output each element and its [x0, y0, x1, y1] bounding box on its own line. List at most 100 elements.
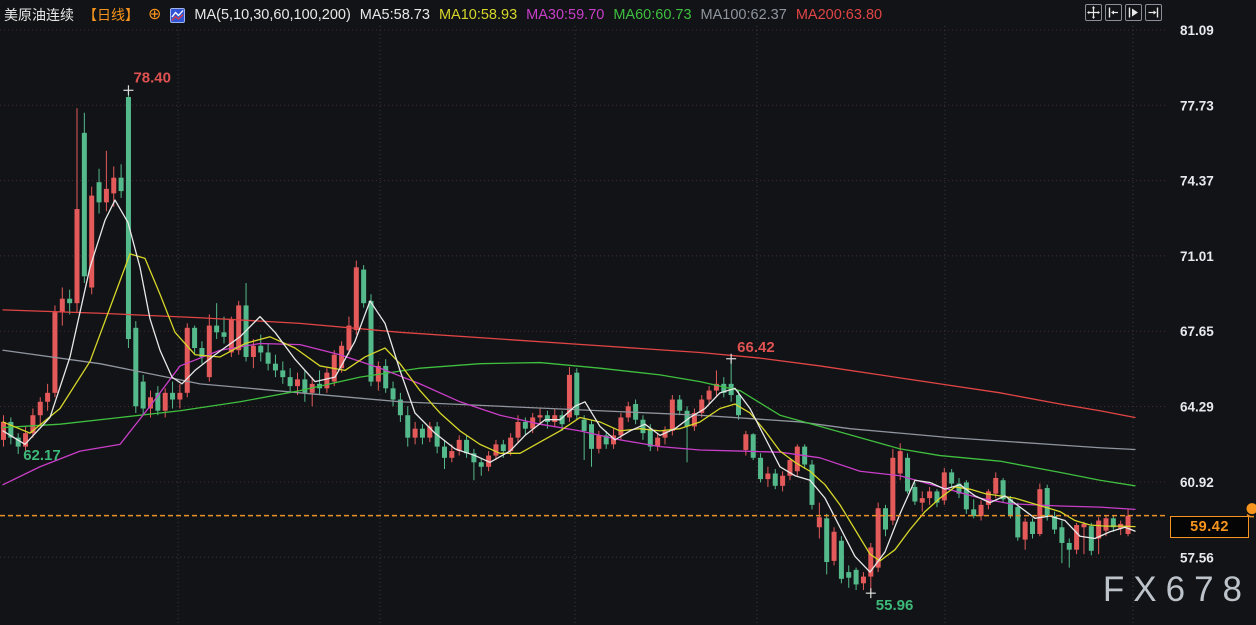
- candle-body: [743, 434, 748, 450]
- candle-body: [545, 415, 550, 422]
- candle-body: [464, 440, 469, 453]
- candle-body: [97, 182, 102, 202]
- candle-body: [780, 476, 785, 486]
- candle-body: [442, 447, 447, 458]
- y-axis-tick-label: 71.01: [1180, 249, 1214, 264]
- candle-body: [648, 429, 653, 447]
- price-scale[interactable]: 81.0977.7374.3771.0167.6564.2960.9257.56: [1180, 23, 1214, 565]
- watermark: FX678: [1103, 570, 1251, 610]
- price-marker-label: 66.42: [737, 339, 775, 356]
- pan-button[interactable]: [1085, 4, 1102, 21]
- candle-body: [1059, 527, 1064, 543]
- jump-start-button[interactable]: [1105, 4, 1122, 21]
- current-price-value: 59.42: [1190, 519, 1229, 535]
- candle-body: [516, 422, 521, 438]
- candle-body: [369, 301, 374, 382]
- ma60-value: MA60:60.73: [613, 7, 691, 23]
- candle-body: [251, 346, 256, 357]
- y-axis-tick-label: 64.29: [1180, 399, 1214, 414]
- candle-body: [170, 393, 175, 400]
- candle-body: [45, 393, 50, 402]
- candle-body: [552, 415, 557, 422]
- candle-body: [295, 379, 300, 386]
- play-button[interactable]: [1125, 4, 1142, 21]
- symbol-name: 美原油连续: [4, 5, 74, 25]
- candle-body: [839, 541, 844, 579]
- candle-body: [773, 473, 778, 485]
- candle-body: [493, 444, 498, 455]
- candle-body: [596, 435, 601, 448]
- current-price-box: 59.42: [1170, 516, 1249, 538]
- candle-body: [346, 326, 351, 351]
- candle-body: [670, 400, 675, 431]
- circle-plus-icon[interactable]: ⊕: [148, 8, 161, 22]
- candle-body: [817, 517, 822, 527]
- candle-body: [119, 178, 124, 191]
- y-axis-tick-label: 74.37: [1180, 174, 1214, 189]
- candle-body: [927, 491, 932, 498]
- period-label[interactable]: 【日线】: [83, 5, 139, 25]
- candle-body: [67, 299, 72, 303]
- candle-body: [979, 505, 984, 516]
- candlestick-chart[interactable]: 78.4062.1766.4255.9681.0977.7374.3771.01…: [0, 0, 1256, 625]
- candle-body: [890, 458, 895, 521]
- candle-body: [898, 451, 903, 473]
- chart-canvas[interactable]: 78.4062.1766.4255.9681.0977.7374.3771.01…: [0, 0, 1256, 625]
- candle-body: [912, 487, 917, 502]
- candle-body: [824, 518, 829, 562]
- candle-body: [854, 570, 859, 585]
- candle-body: [391, 388, 396, 399]
- candle-body: [795, 447, 800, 472]
- candle-body: [104, 189, 109, 202]
- price-marker-label: 62.17: [23, 447, 61, 464]
- candle-body: [52, 312, 57, 393]
- ma-settings-label: MA(5,10,30,60,100,200): [194, 7, 350, 23]
- jump-end-button[interactable]: [1145, 4, 1162, 21]
- candle-body: [765, 473, 770, 479]
- candle-body: [126, 97, 131, 339]
- chart-toolbar: [1085, 4, 1162, 21]
- y-axis-tick-label: 67.65: [1180, 324, 1214, 339]
- y-axis-tick-label: 81.09: [1180, 23, 1214, 38]
- ma10-value: MA10:58.93: [439, 7, 517, 23]
- candle-body: [1074, 525, 1079, 550]
- ma100-value: MA100:62.37: [701, 7, 787, 23]
- y-axis-tick-label: 77.73: [1180, 98, 1214, 113]
- candle-body: [60, 299, 65, 312]
- candle-body: [449, 451, 454, 458]
- candle-body: [949, 472, 954, 483]
- candle-body: [177, 393, 182, 400]
- candle-body: [589, 424, 594, 449]
- candle-body: [846, 572, 851, 578]
- candle-body: [501, 444, 506, 451]
- candle-body: [214, 326, 219, 333]
- candle-body: [751, 434, 756, 458]
- candle-body: [236, 305, 241, 350]
- chart-style-icon[interactable]: [170, 8, 185, 23]
- y-axis-tick-label: 57.56: [1180, 550, 1214, 565]
- candle-body: [1015, 507, 1020, 537]
- candle-body: [354, 267, 359, 330]
- jump-start-icon: [1107, 6, 1120, 19]
- candle-body: [89, 196, 94, 288]
- candle-body: [324, 373, 329, 389]
- candle-body: [993, 478, 998, 494]
- candle-body: [163, 393, 168, 411]
- candle-body: [905, 458, 910, 492]
- pan-icon: [1087, 6, 1100, 19]
- candle-body: [883, 508, 888, 529]
- candle-body: [185, 328, 190, 393]
- play-icon: [1127, 6, 1140, 19]
- candle-body: [111, 178, 116, 194]
- candle-body: [832, 532, 837, 561]
- candle-body: [192, 328, 197, 348]
- candle-body: [133, 328, 138, 406]
- candle-body: [141, 382, 146, 409]
- candle-body: [280, 370, 285, 377]
- candle-body: [582, 420, 587, 431]
- candle-body: [1104, 518, 1109, 530]
- candle-body: [361, 270, 366, 304]
- chart-header: 美原油连续 【日线】 ⊕ MA(5,10,30,60,100,200) MA5:…: [4, 5, 882, 25]
- ma200-value: MA200:63.80: [796, 7, 882, 23]
- candle-body: [964, 482, 969, 509]
